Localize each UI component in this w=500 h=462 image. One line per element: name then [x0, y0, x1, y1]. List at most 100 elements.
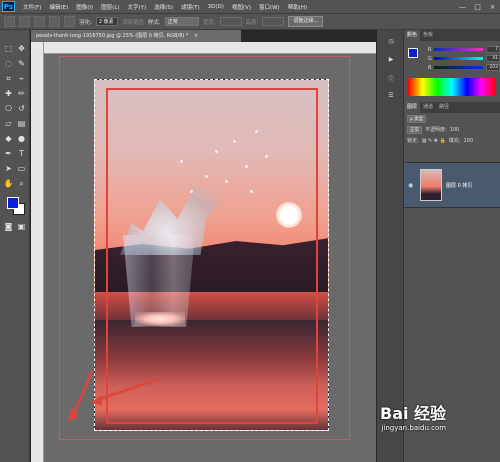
- minimize-button[interactable]: —: [455, 3, 470, 11]
- layers-panel-tabs: 图层 通道 路径: [404, 102, 500, 113]
- baidu-watermark: Bai 经验 jingyan.baidu.com: [380, 400, 446, 432]
- fill-label: 填充:: [448, 138, 461, 144]
- green-value[interactable]: 41: [486, 55, 500, 62]
- new-selection-icon[interactable]: [19, 16, 30, 27]
- pen-tool-icon[interactable]: ✒: [2, 147, 15, 160]
- menu-layer[interactable]: 图层(L): [97, 3, 123, 11]
- panel-icon-strip: ◷ ▶ ⓘ ☰: [377, 30, 404, 462]
- right-panels: 颜色 色板 R 7 G 41 B 203 图层 通道 路径 ρ 类型 正常 不透…: [404, 30, 500, 462]
- menu-select[interactable]: 选择(S): [150, 3, 177, 11]
- red-slider[interactable]: [433, 48, 484, 51]
- document-tab[interactable]: pexels-thanh-long-1916750.jpg @ 25% (图层 …: [31, 30, 241, 42]
- intersect-selection-icon[interactable]: [64, 16, 75, 27]
- kind-filter-select[interactable]: ρ 类型: [407, 114, 427, 123]
- height-label: 高度:: [245, 19, 259, 26]
- menu-filter[interactable]: 滤镜(T): [177, 3, 204, 11]
- close-tab-icon[interactable]: ×: [194, 33, 198, 39]
- panel-foreground-swatch[interactable]: [408, 48, 418, 58]
- red-value[interactable]: 7: [486, 46, 500, 53]
- color-spectrum[interactable]: [408, 78, 496, 96]
- actions-icon[interactable]: ▶: [385, 56, 397, 66]
- tab-color[interactable]: 颜色: [404, 30, 421, 41]
- menu-bar: Ps 文件(F) 编辑(E) 图像(I) 图层(L) 文字(Y) 选择(S) 滤…: [0, 0, 500, 13]
- color-row-r: R 7: [428, 45, 500, 54]
- hand-tool-icon[interactable]: ✋: [2, 177, 15, 190]
- tools-panel: ⬚ ✥ ◌ ✎ ⌗ ⌁ ✚ ✏ ⎔ ↺ ▱ ▤ ◆ ● ✒ T ➤ ▭ ✋ ⌕ …: [0, 30, 30, 462]
- document-title: pexels-thanh-long-1916750.jpg @ 25% (图层 …: [36, 33, 189, 39]
- stamp-tool-icon[interactable]: ⎔: [2, 102, 15, 115]
- menu-type[interactable]: 文字(Y): [124, 3, 151, 11]
- brush-tool-icon[interactable]: ✏: [15, 87, 28, 100]
- eraser-tool-icon[interactable]: ▱: [2, 117, 15, 130]
- lock-icons[interactable]: ▨ ✎ ✥ 🔒: [422, 138, 446, 144]
- style-select[interactable]: 正常: [164, 17, 199, 26]
- path-select-tool-icon[interactable]: ➤: [2, 162, 15, 175]
- healing-tool-icon[interactable]: ✚: [2, 87, 15, 100]
- color-row-b: B 203: [428, 63, 500, 72]
- blur-tool-icon[interactable]: ◆: [2, 132, 15, 145]
- gradient-tool-icon[interactable]: ▤: [15, 117, 28, 130]
- height-input[interactable]: [262, 17, 285, 26]
- marquee-tool-icon[interactable]: ⬚: [2, 42, 15, 55]
- canvas-area[interactable]: [44, 54, 376, 462]
- properties-icon[interactable]: ☰: [385, 92, 397, 102]
- dodge-tool-icon[interactable]: ●: [15, 132, 28, 145]
- blend-mode-select[interactable]: 正常: [407, 125, 422, 134]
- width-label: 宽度:: [202, 19, 216, 26]
- layer-thumbnail: [420, 169, 442, 201]
- opacity-value[interactable]: 100: [450, 127, 460, 133]
- zoom-tool-icon[interactable]: ⌕: [15, 177, 28, 190]
- quick-select-tool-icon[interactable]: ✎: [15, 57, 28, 70]
- annotation-arrows: [68, 370, 160, 421]
- watermark-url: jingyan.baidu.com: [381, 424, 447, 432]
- menu-help[interactable]: 帮助(H): [284, 3, 311, 11]
- menu-file[interactable]: 文件(F): [19, 3, 45, 11]
- info-icon[interactable]: ⓘ: [385, 74, 397, 84]
- photoshop-window: Ps 文件(F) 编辑(E) 图像(I) 图层(L) 文字(Y) 选择(S) 滤…: [0, 0, 500, 462]
- tab-paths[interactable]: 路径: [436, 102, 452, 113]
- vertical-ruler[interactable]: [31, 42, 44, 462]
- tab-layers[interactable]: 图层: [404, 102, 421, 113]
- foreground-color-swatch[interactable]: [7, 197, 19, 209]
- menu-image[interactable]: 图像(I): [72, 3, 97, 11]
- baidu-jingyan-logo: Bai 经验: [380, 404, 447, 423]
- fill-value[interactable]: 100: [463, 138, 473, 144]
- layer-filter-row: ρ 类型: [404, 113, 500, 124]
- antialias-checkbox[interactable]: 消除锯齿: [122, 18, 144, 26]
- eyedropper-tool-icon[interactable]: ⌁: [15, 72, 28, 85]
- marquee-preset-icon[interactable]: [4, 16, 15, 27]
- feather-input[interactable]: 2 像素: [95, 17, 118, 26]
- history-brush-tool-icon[interactable]: ↺: [15, 102, 28, 115]
- menu-edit[interactable]: 编辑(E): [45, 3, 72, 11]
- blue-value[interactable]: 203: [486, 64, 500, 71]
- close-button[interactable]: ×: [485, 3, 500, 11]
- green-slider[interactable]: [433, 57, 484, 60]
- maximize-button[interactable]: □: [470, 3, 485, 11]
- blend-row: 正常 不透明度: 100: [404, 124, 500, 135]
- tab-swatches[interactable]: 色板: [420, 30, 436, 41]
- move-tool-icon[interactable]: ✥: [15, 42, 28, 55]
- horizontal-ruler[interactable]: [44, 42, 376, 54]
- screen-mode-icon[interactable]: ▣: [15, 220, 28, 233]
- crop-tool-icon[interactable]: ⌗: [2, 72, 15, 85]
- add-selection-icon[interactable]: [34, 16, 45, 27]
- eye-icon[interactable]: ◉: [408, 182, 416, 189]
- layer-row[interactable]: ◉ 图层 0 拷贝: [404, 162, 500, 208]
- layer-name[interactable]: 图层 0 拷贝: [446, 182, 472, 189]
- subtract-selection-icon[interactable]: [49, 16, 60, 27]
- shape-tool-icon[interactable]: ▭: [15, 162, 28, 175]
- refine-edge-button[interactable]: 调整边缘...: [288, 16, 324, 27]
- feather-label: 羽化:: [79, 19, 92, 26]
- menu-window[interactable]: 窗口(W): [255, 3, 284, 11]
- width-input[interactable]: [219, 17, 242, 26]
- lasso-tool-icon[interactable]: ◌: [2, 57, 15, 70]
- color-panel-tabs: 颜色 色板: [404, 30, 500, 41]
- quick-mask-icon[interactable]: ◙: [2, 220, 15, 233]
- type-tool-icon[interactable]: T: [15, 147, 28, 160]
- history-icon[interactable]: ◷: [385, 38, 397, 48]
- ps-logo: Ps: [2, 1, 15, 12]
- blue-slider[interactable]: [433, 66, 484, 69]
- tab-channels[interactable]: 通道: [420, 102, 436, 113]
- menu-3d[interactable]: 3D(D): [204, 4, 228, 10]
- menu-view[interactable]: 视图(V): [228, 3, 255, 11]
